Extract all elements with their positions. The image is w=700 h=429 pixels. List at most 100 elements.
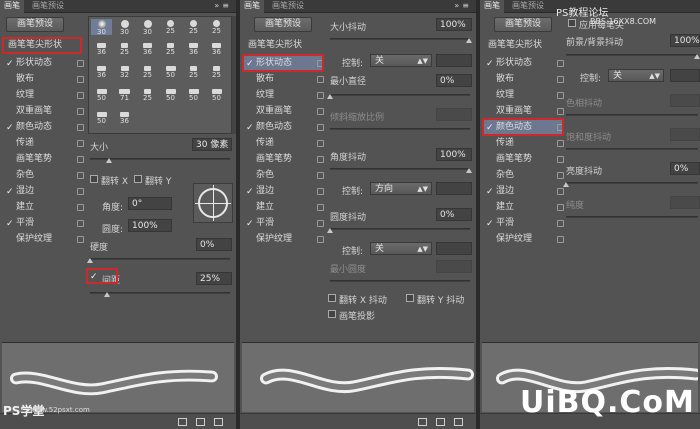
list-item-shape-dynamics[interactable]: ✓ 形状动态 [484, 56, 564, 71]
list-item-noise[interactable]: 杂色 [244, 168, 324, 183]
hardness-slider[interactable] [90, 258, 230, 260]
list-item-scattering[interactable]: 散布 [4, 72, 84, 87]
brightness-jitter-input[interactable]: 0% [670, 162, 700, 175]
spacing-input[interactable]: 25% [196, 272, 232, 285]
slider-thumb[interactable] [104, 292, 110, 297]
brush-tip-preset[interactable]: 36 [183, 42, 204, 58]
brush-tip-preset[interactable]: 25 [183, 65, 204, 81]
brush-tip-preset[interactable]: 30 [91, 19, 112, 36]
checkbox-checked-icon[interactable]: ✓ [486, 57, 494, 72]
grid-view-icon[interactable] [436, 418, 445, 426]
list-item-dual-brush[interactable]: 双重画笔 [244, 104, 324, 119]
brush-tip-preset[interactable]: 50 [160, 88, 181, 104]
roundness-jitter-slider[interactable] [330, 228, 470, 230]
list-item-tip-shape[interactable]: 画笔笔尖形状 [484, 38, 564, 53]
brush-tip-preset[interactable]: 50 [183, 88, 204, 104]
lock-icon[interactable] [557, 220, 564, 227]
list-item-smoothing[interactable]: ✓ 平滑 [484, 216, 564, 231]
grid-view-icon[interactable] [196, 418, 205, 426]
tab-brush-presets[interactable]: 画笔预设 [268, 0, 308, 13]
list-item-transfer[interactable]: 传递 [4, 136, 84, 151]
checkbox-checked-icon[interactable]: ✓ [246, 217, 254, 232]
lock-icon[interactable] [557, 140, 564, 147]
lock-icon[interactable] [557, 76, 564, 83]
double-chevron-menu-icon[interactable]: »≡ [214, 0, 232, 12]
lock-icon[interactable] [557, 172, 564, 179]
slider-thumb[interactable] [563, 182, 569, 187]
lock-icon[interactable] [77, 236, 84, 243]
list-item-protect-texture[interactable]: 保护纹理 [484, 232, 564, 247]
brush-tip-preset[interactable]: 36 [206, 42, 227, 58]
slider-thumb[interactable] [466, 168, 472, 173]
tab-brush-presets[interactable]: 画笔预设 [28, 0, 68, 13]
lock-icon[interactable] [77, 156, 84, 163]
brightness-jitter-slider[interactable] [566, 182, 698, 184]
lock-icon[interactable] [77, 204, 84, 211]
brush-tip-preset[interactable]: 25 [160, 42, 181, 58]
list-item-noise[interactable]: 杂色 [484, 168, 564, 183]
lock-icon[interactable] [77, 108, 84, 115]
min-diameter-slider[interactable] [330, 94, 470, 96]
brush-tip-preset[interactable]: 36 [91, 65, 112, 81]
checkbox-checked-icon[interactable]: ✓ [6, 121, 14, 136]
checkbox-checked-icon[interactable]: ✓ [6, 217, 14, 232]
brush-presets-button[interactable]: 画笔预设 [6, 17, 64, 32]
tab-brush[interactable]: 画笔 [480, 0, 504, 13]
lock-icon[interactable] [77, 124, 84, 131]
list-item-dual-brush[interactable]: 双重画笔 [484, 104, 564, 119]
brush-tip-preset[interactable]: 25 [137, 65, 158, 81]
brush-tip-preset[interactable]: 25 [206, 19, 227, 35]
checkbox-checked-icon[interactable]: ✓ [246, 121, 254, 136]
brush-tip-preset[interactable]: 25 [160, 19, 181, 35]
toggle-bristle-icon[interactable] [178, 418, 187, 426]
list-item-protect-texture[interactable]: 保护纹理 [244, 232, 324, 247]
lock-icon[interactable] [317, 140, 324, 147]
flip-x-jitter-checkbox[interactable] [328, 294, 336, 302]
list-item-build-up[interactable]: 建立 [244, 200, 324, 215]
checkbox-checked-icon[interactable]: ✓ [486, 185, 494, 200]
spacing-slider[interactable] [90, 292, 230, 294]
lock-icon[interactable] [317, 124, 324, 131]
slider-thumb[interactable] [466, 38, 472, 43]
tab-brush-presets[interactable]: 画笔预设 [508, 0, 548, 13]
lock-icon[interactable] [317, 236, 324, 243]
control-field[interactable] [436, 182, 472, 195]
saturation-jitter-input[interactable] [670, 128, 700, 141]
roundness-jitter-input[interactable]: 0% [436, 208, 472, 221]
brush-tip-grid[interactable]: 30 30 30 25 25 25 36 25 36 25 36 36 36 32 25 50 25 25 50 71… [88, 16, 232, 134]
apply-per-tip-checkbox[interactable] [568, 19, 576, 27]
checkbox-checked-icon[interactable]: ✓ [486, 217, 494, 232]
list-item-scattering[interactable]: 散布 [484, 72, 564, 87]
list-item-brush-pose[interactable]: 画笔笔势 [4, 152, 84, 167]
list-item-texture[interactable]: 纹理 [484, 88, 564, 103]
min-roundness-slider[interactable] [330, 280, 470, 282]
double-chevron-menu-icon[interactable]: »≡ [454, 0, 472, 12]
brush-tip-preset[interactable]: 30 [137, 19, 158, 36]
control-select[interactable]: 关 ▲▼ [370, 54, 432, 67]
checkbox-checked-icon[interactable]: ✓ [246, 185, 254, 200]
list-item-wet-edges[interactable]: ✓ 湿边 [244, 184, 324, 199]
lock-icon[interactable] [317, 156, 324, 163]
lock-icon[interactable] [557, 108, 564, 115]
angle-roundness-crosshair[interactable] [193, 183, 233, 223]
angle-input[interactable]: 0° [128, 197, 172, 210]
brush-tip-preset[interactable]: 36 [91, 42, 112, 58]
lock-icon[interactable] [77, 172, 84, 179]
hue-jitter-slider[interactable] [566, 114, 698, 116]
brush-tip-preset[interactable]: 25 [137, 88, 158, 104]
min-roundness-input[interactable] [436, 260, 472, 273]
lock-icon[interactable] [77, 220, 84, 227]
lock-icon[interactable] [77, 60, 84, 67]
list-item-dual-brush[interactable]: 双重画笔 [4, 104, 84, 119]
hue-jitter-input[interactable] [670, 94, 700, 107]
new-preset-icon[interactable] [454, 418, 463, 426]
list-item-noise[interactable]: 杂色 [4, 168, 84, 183]
size-input[interactable]: 30 像素 [192, 138, 232, 151]
list-item-brush-pose[interactable]: 画笔笔势 [244, 152, 324, 167]
slider-thumb[interactable] [327, 94, 333, 99]
purity-input[interactable] [670, 196, 700, 209]
list-item-transfer[interactable]: 传递 [244, 136, 324, 151]
size-jitter-slider[interactable] [330, 38, 470, 40]
brush-tip-preset[interactable]: 50 [160, 65, 181, 81]
list-item-transfer[interactable]: 传递 [484, 136, 564, 151]
